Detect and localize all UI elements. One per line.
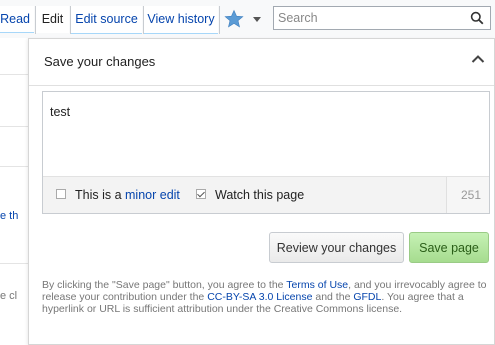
edit-summary-input[interactable]: test bbox=[43, 92, 489, 177]
tab-divider bbox=[70, 6, 71, 34]
character-counter: 251 bbox=[460, 188, 481, 202]
save-page-button[interactable]: Save page bbox=[409, 232, 489, 263]
character-counter-area: 251 bbox=[446, 177, 489, 213]
tab-edit-source[interactable]: Edit source bbox=[71, 6, 142, 34]
search-input[interactable] bbox=[278, 10, 458, 26]
minor-edit-link[interactable]: minor edit bbox=[125, 188, 180, 202]
watch-page-checkbox[interactable] bbox=[196, 189, 206, 199]
edit-options-bar: This is a minor edit Watch this page 251 bbox=[43, 176, 489, 213]
collapse-chevron-up-icon[interactable] bbox=[471, 54, 485, 64]
minor-edit-checkbox[interactable] bbox=[56, 189, 66, 199]
watch-page-label: Watch this page bbox=[215, 188, 305, 202]
divider bbox=[0, 74, 28, 75]
tab-divider bbox=[143, 6, 144, 34]
legal-text: By clicking the "Save page" button, you … bbox=[42, 279, 287, 291]
divider bbox=[0, 126, 28, 127]
clipped-text-fragment: e cl bbox=[0, 290, 18, 302]
search-box bbox=[273, 6, 491, 30]
divider bbox=[0, 263, 28, 264]
legal-text: and the bbox=[312, 291, 354, 303]
tab-view-history[interactable]: View history bbox=[144, 6, 218, 34]
license-link[interactable]: CC-BY-SA 3.0 License bbox=[207, 291, 312, 303]
minor-edit-label: This is a minor edit bbox=[75, 188, 180, 202]
terms-of-use-link[interactable]: Terms of Use bbox=[286, 279, 348, 291]
chevron-down-icon[interactable] bbox=[249, 12, 265, 26]
gfdl-link[interactable]: GFDL bbox=[353, 291, 381, 303]
page-tab-bar: Read Edit Edit source View history bbox=[0, 0, 495, 38]
save-changes-dialog: Save your changes test This is a minor e… bbox=[28, 38, 495, 345]
tab-divider bbox=[35, 6, 36, 34]
edit-summary-box: test This is a minor edit Watch this pag… bbox=[42, 91, 490, 214]
tab-edit[interactable]: Edit bbox=[36, 6, 69, 33]
star-icon[interactable] bbox=[224, 9, 244, 29]
review-changes-button[interactable]: Review your changes bbox=[269, 232, 404, 263]
minor-edit-prefix: This is a bbox=[75, 188, 126, 202]
search-icon[interactable] bbox=[470, 11, 484, 25]
divider bbox=[29, 85, 494, 86]
page-content-edge: e th e cl bbox=[0, 38, 28, 345]
legal-notice: By clicking the "Save page" button, you … bbox=[42, 279, 487, 315]
tab-divider bbox=[219, 6, 220, 34]
dialog-title: Save your changes bbox=[44, 54, 156, 69]
divider bbox=[0, 166, 28, 167]
tab-read[interactable]: Read bbox=[0, 6, 34, 33]
clipped-link-fragment[interactable]: e th bbox=[0, 210, 18, 222]
